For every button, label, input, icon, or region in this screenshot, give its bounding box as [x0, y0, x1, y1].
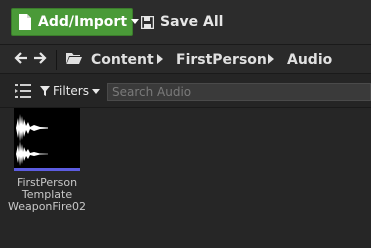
add-import-button[interactable]: Add/Import	[11, 8, 140, 36]
breadcrumb-content[interactable]: Content	[91, 50, 154, 70]
filter-bar: Filters	[0, 74, 371, 108]
breadcrumb-firstperson[interactable]: FirstPerson	[176, 50, 267, 70]
chevron-right-icon[interactable]	[157, 54, 163, 64]
toolbar: Add/Import Save All	[0, 0, 371, 44]
asset-tile[interactable]: FirstPerson Template WeaponFire02	[8, 108, 86, 213]
chevron-right-icon[interactable]	[268, 54, 274, 64]
forward-arrow-icon[interactable]	[33, 51, 47, 65]
folder-icon[interactable]	[66, 52, 82, 65]
back-arrow-icon[interactable]	[14, 51, 28, 65]
filters-label: Filters	[53, 84, 89, 98]
add-import-label: Add/Import	[38, 14, 128, 30]
filters-button[interactable]: Filters	[40, 83, 100, 99]
save-all-button[interactable]: Save All	[141, 8, 223, 36]
save-icon	[141, 15, 154, 29]
breadcrumb-audio[interactable]: Audio	[287, 50, 332, 70]
chevron-down-icon	[91, 88, 100, 94]
asset-name: FirstPerson Template WeaponFire02	[6, 177, 88, 213]
path-bar: Content FirstPerson Audio	[0, 44, 371, 74]
chevron-down-icon	[131, 19, 140, 25]
search-input[interactable]	[107, 83, 371, 101]
save-all-label: Save All	[160, 14, 224, 30]
asset-name-line: WeaponFire02	[7, 200, 87, 213]
sources-panel-toggle-icon[interactable]	[15, 84, 31, 98]
sound-wave-icon	[14, 108, 80, 168]
asset-type-bar	[14, 168, 80, 171]
divider	[56, 50, 57, 70]
new-document-icon	[18, 14, 32, 30]
funnel-icon	[40, 86, 50, 96]
